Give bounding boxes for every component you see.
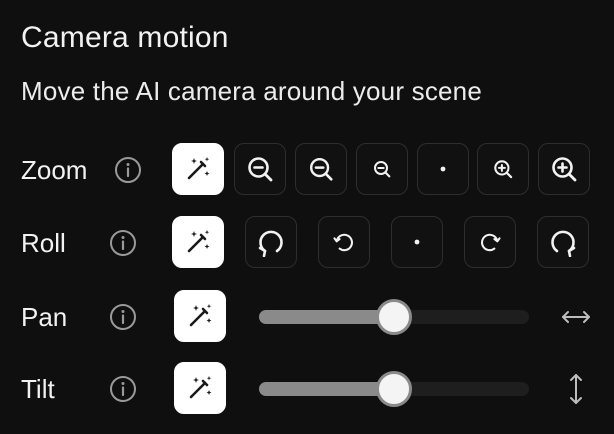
rotate-ccw-icon	[333, 233, 353, 252]
info-icon[interactable]	[109, 375, 137, 403]
zoom-in-icon	[494, 160, 513, 179]
tilt-auto-button[interactable]	[174, 362, 226, 414]
pan-control-row: Pan	[0, 290, 614, 344]
roll-right-strong-button[interactable]	[537, 216, 589, 268]
rotate-cw-icon	[551, 230, 576, 257]
zoom-label: Zoom	[21, 155, 88, 185]
dot-icon	[440, 166, 446, 172]
zoom-out-button[interactable]	[295, 143, 347, 195]
pan-slider-fill	[259, 310, 394, 324]
zoom-out-strong-button[interactable]	[234, 143, 286, 195]
zoom-in-strong-button[interactable]	[538, 143, 590, 195]
tilt-control-row: Tilt	[0, 362, 614, 416]
magic-wand-icon	[189, 304, 212, 327]
magic-wand-icon	[189, 376, 212, 399]
roll-right-slight-button[interactable]	[464, 216, 516, 268]
zoom-out-icon	[374, 161, 391, 178]
pan-slider[interactable]	[259, 290, 529, 344]
vertical-arrows-icon	[560, 373, 592, 405]
info-icon[interactable]	[109, 303, 137, 331]
zoom-out-icon	[309, 157, 333, 181]
rotate-cw-icon	[481, 233, 501, 252]
zoom-none-button[interactable]	[417, 143, 469, 195]
panel-subtitle: Move the AI camera around your scene	[21, 76, 483, 106]
info-icon[interactable]	[109, 229, 137, 257]
rotate-ccw-icon	[258, 230, 283, 257]
magic-wand-icon	[187, 157, 210, 180]
zoom-in-slight-button[interactable]	[477, 143, 529, 195]
pan-label: Pan	[21, 302, 68, 332]
roll-left-strong-button[interactable]	[245, 216, 297, 268]
roll-none-button[interactable]	[391, 216, 443, 268]
zoom-control-row: Zoom	[0, 143, 614, 197]
info-icon[interactable]	[114, 156, 142, 184]
zoom-out-icon	[248, 157, 273, 182]
tilt-slider-fill	[259, 382, 394, 396]
pan-auto-button[interactable]	[174, 290, 226, 342]
tilt-label: Tilt	[21, 374, 55, 404]
pan-slider-thumb[interactable]	[376, 299, 412, 335]
zoom-out-slight-button[interactable]	[356, 143, 408, 195]
zoom-auto-button[interactable]	[172, 143, 224, 195]
dot-icon	[414, 239, 420, 245]
panel-title: Camera motion	[21, 21, 229, 54]
roll-auto-button[interactable]	[172, 216, 224, 268]
roll-left-slight-button[interactable]	[318, 216, 370, 268]
magic-wand-icon	[187, 230, 210, 253]
zoom-in-icon	[552, 157, 577, 182]
horizontal-arrows-icon	[560, 301, 592, 333]
tilt-slider-thumb[interactable]	[376, 371, 412, 407]
roll-control-row: Roll	[0, 216, 614, 270]
tilt-slider[interactable]	[259, 362, 529, 416]
roll-label: Roll	[21, 228, 66, 258]
